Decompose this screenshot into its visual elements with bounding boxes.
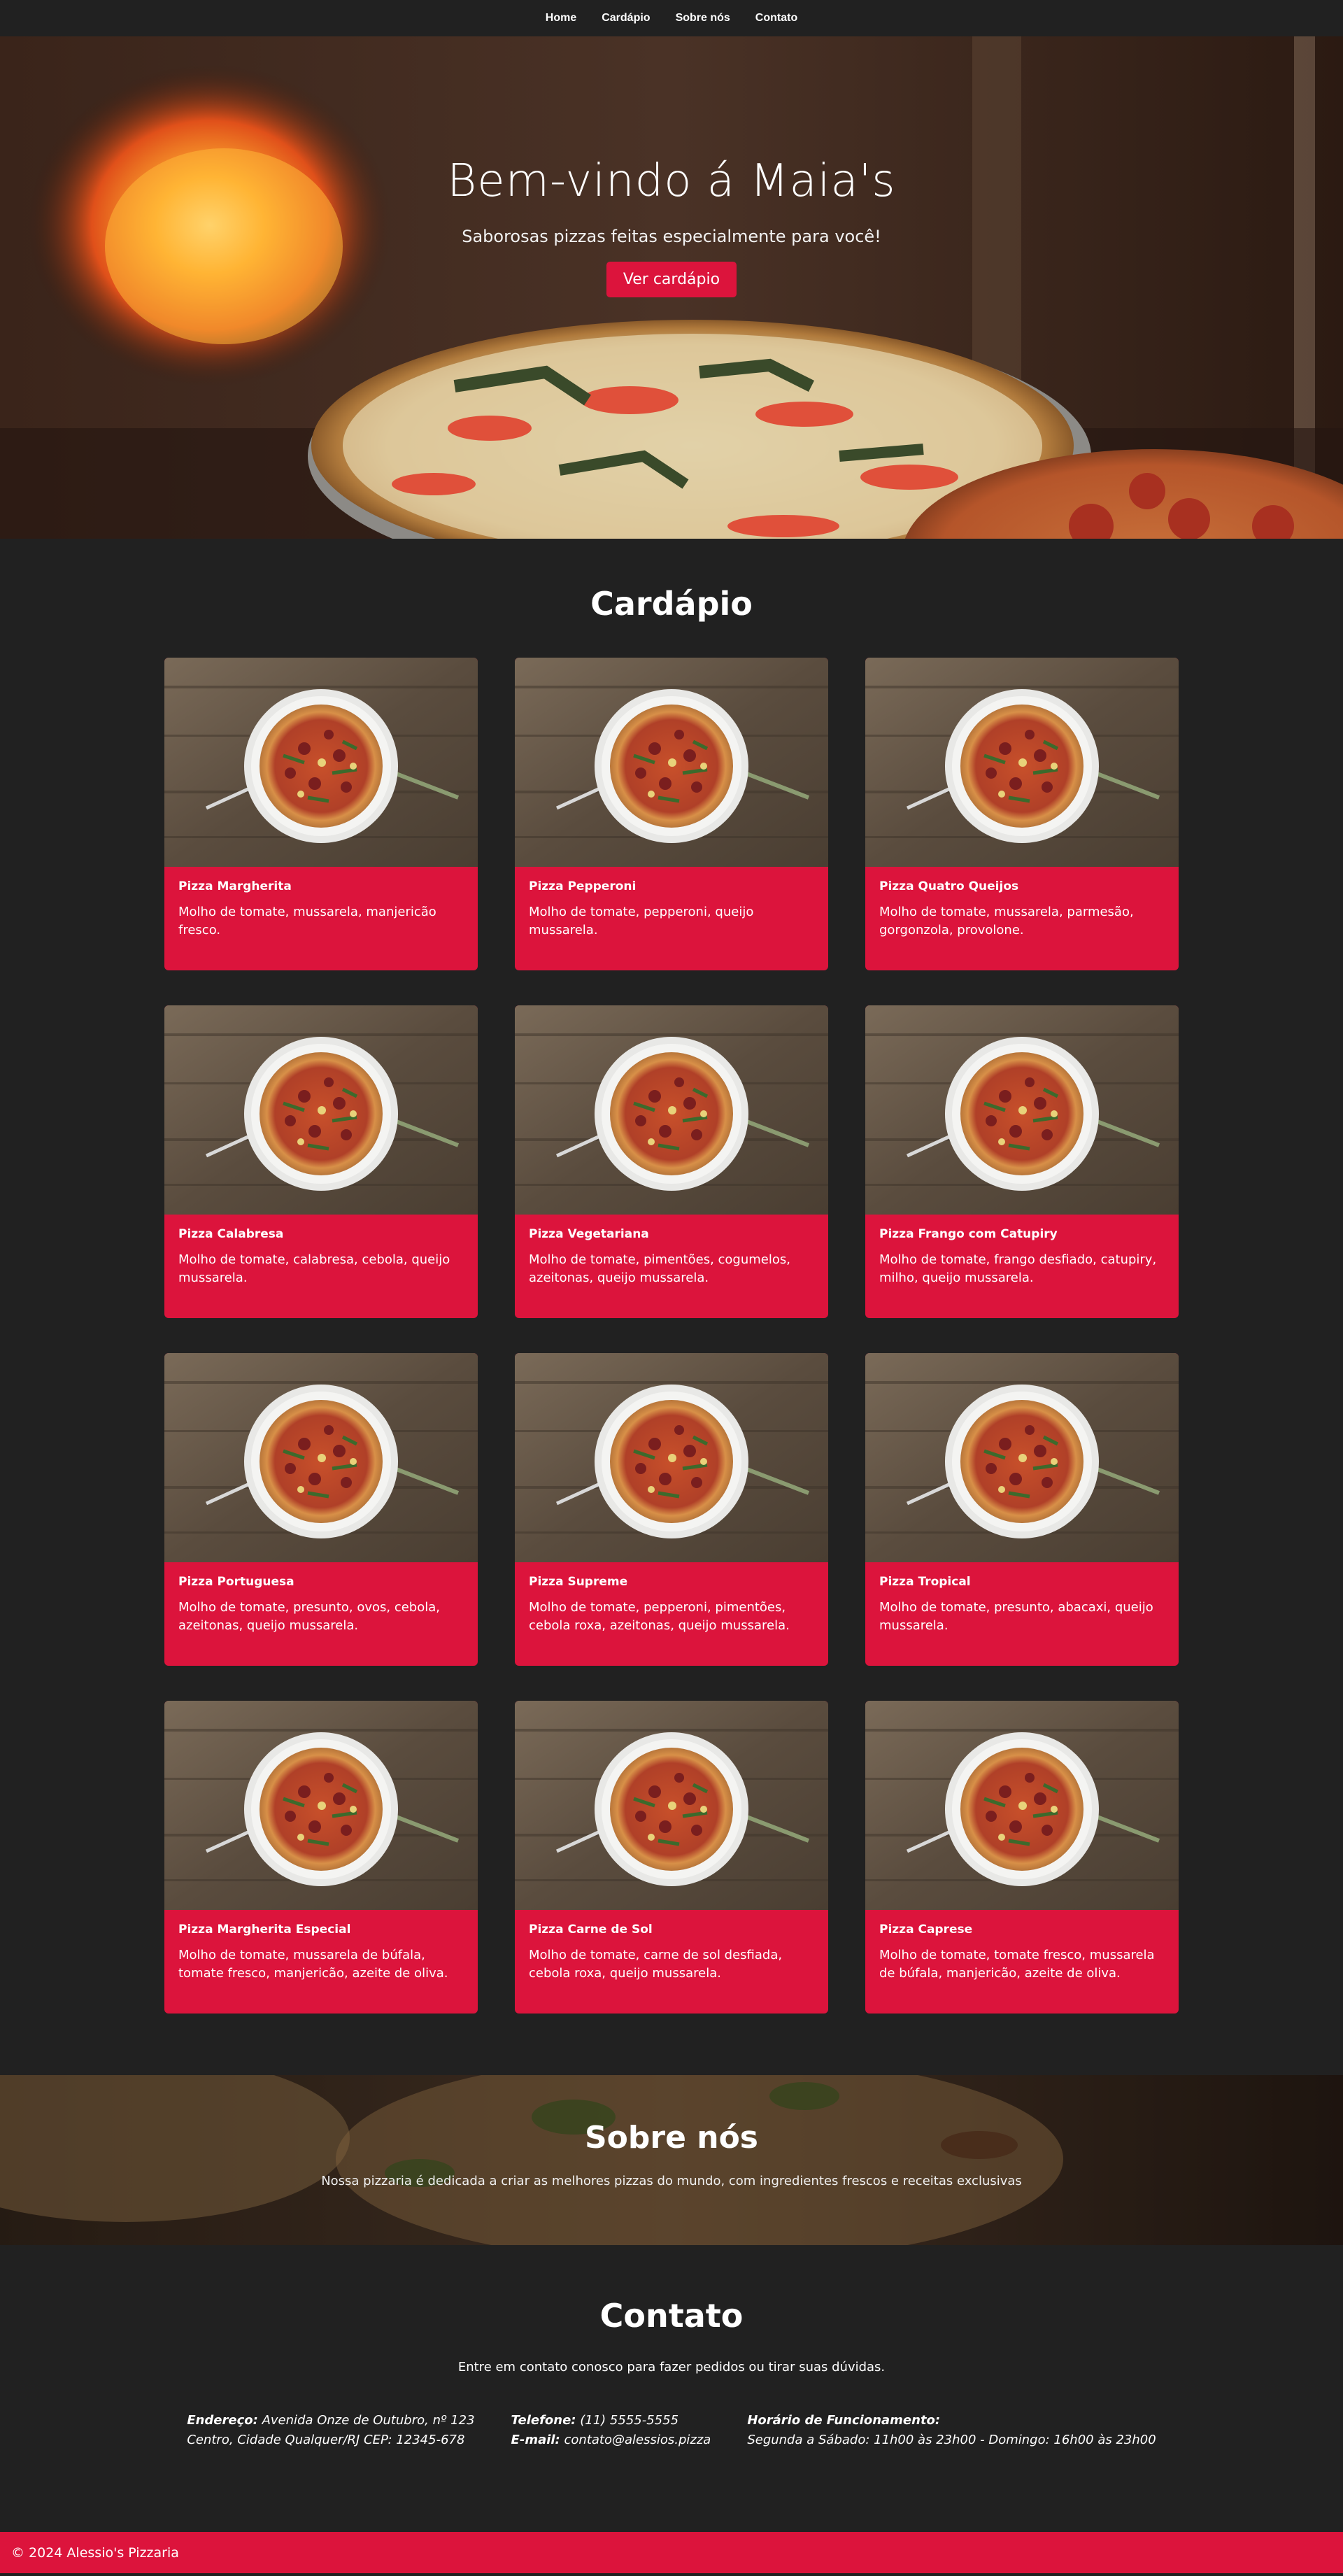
menu-title: Cardápio	[590, 585, 753, 623]
pizza-description: Molho de tomate, mussarela, manjericão f…	[178, 905, 436, 937]
pizza-name: Pizza Tropical	[879, 1575, 971, 1589]
menu-card: Pizza Margherita Especial Molho de tomat…	[164, 1701, 478, 2014]
contact-subtitle: Entre em contato conosco para fazer pedi…	[457, 2360, 886, 2375]
pizza-image	[164, 1005, 478, 1215]
pizza-image	[515, 658, 828, 867]
menu-card: Pizza Frango com Catupiry Molho de tomat…	[865, 1005, 1179, 1318]
nav-link-menu[interactable]: Cardápio	[602, 12, 650, 24]
hours-label: Horário de Funcionamento:	[747, 2413, 941, 2428]
pizza-description: Molho de tomate, frango desfiado, catupi…	[879, 1252, 1157, 1285]
menu-card: Pizza Carne de Sol Molho de tomate, carn…	[515, 1701, 828, 2014]
hero-title: Bem-vindo á Maia's	[447, 155, 896, 207]
menu-card: Pizza Tropical Molho de tomate, presunto…	[865, 1353, 1179, 1666]
menu-card: Pizza Quatro Queijos Molho de tomate, mu…	[865, 658, 1179, 970]
pizza-name: Pizza Margherita	[178, 879, 292, 893]
nav-link-contact[interactable]: Contato	[755, 12, 797, 24]
menu-card-body: Pizza Quatro Queijos Molho de tomate, mu…	[865, 867, 1179, 952]
pizza-name: Pizza Quatro Queijos	[879, 879, 1019, 893]
email-value: contato@alessios.pizza	[564, 2433, 711, 2447]
menu-card: Pizza Vegetariana Molho de tomate, pimen…	[515, 1005, 828, 1318]
menu-card: Pizza Pepperoni Molho de tomate, peppero…	[515, 658, 828, 970]
about-title: Sobre nós	[584, 2120, 758, 2156]
nav-link-home[interactable]: Home	[546, 12, 576, 24]
pizza-name: Pizza Vegetariana	[529, 1227, 649, 1241]
phone-value: (11) 5555-5555	[580, 2413, 679, 2428]
menu-card: Pizza Calabresa Molho de tomate, calabre…	[164, 1005, 478, 1318]
about-section: Sobre nós Nossa pizzaria é dedicada a cr…	[0, 2075, 1343, 2245]
pizza-name: Pizza Margherita Especial	[178, 1923, 351, 1937]
menu-card-body: Pizza Pepperoni Molho de tomate, peppero…	[515, 867, 828, 952]
pizza-image	[865, 1353, 1179, 1562]
pizza-image	[164, 1701, 478, 1910]
pizza-description: Molho de tomate, presunto, ovos, cebola,…	[178, 1600, 440, 1633]
menu-card-body: Pizza Calabresa Molho de tomate, calabre…	[164, 1215, 478, 1300]
footer-copyright: © 2024 Alessio's Pizzaria	[11, 2545, 179, 2561]
about-content: Sobre nós Nossa pizzaria é dedicada a cr…	[0, 2120, 1343, 2188]
contact-hours: Horário de Funcionamento: Segunda a Sába…	[747, 2411, 1156, 2450]
contact-title: Contato	[599, 2297, 744, 2335]
menu-card-body: Pizza Margherita Especial Molho de tomat…	[164, 1910, 478, 1995]
address-line2: Centro, Cidade Qualquer/RJ CEP: 12345-67…	[187, 2433, 465, 2447]
pizza-image	[164, 658, 478, 867]
contact-section: Contato Entre em contato conosco para fa…	[0, 2245, 1343, 2532]
pizza-description: Molho de tomate, pepperoni, pimentões, c…	[529, 1600, 790, 1633]
menu-card: Pizza Caprese Molho de tomate, tomate fr…	[865, 1701, 1179, 2014]
pizza-description: Molho de tomate, mussarela, parmesão, go…	[879, 905, 1134, 937]
menu-card-body: Pizza Carne de Sol Molho de tomate, carn…	[515, 1910, 828, 1995]
pizza-image	[865, 1005, 1179, 1215]
menu-card-body: Pizza Vegetariana Molho de tomate, pimen…	[515, 1215, 828, 1300]
pizza-image	[515, 1353, 828, 1562]
view-menu-button[interactable]: Ver cardápio	[606, 262, 737, 297]
pizza-description: Molho de tomate, carne de sol desfiada, …	[529, 1948, 783, 1981]
menu-grid: Pizza Margherita Molho de tomate, mussar…	[164, 658, 1179, 2014]
menu-card-body: Pizza Supreme Molho de tomate, pepperoni…	[515, 1562, 828, 1648]
pizza-image	[865, 658, 1179, 867]
pizza-description: Molho de tomate, pepperoni, queijo mussa…	[529, 905, 754, 937]
hours-value: Segunda a Sábado: 11h00 às 23h00 - Domin…	[747, 2433, 1156, 2447]
pizza-name: Pizza Frango com Catupiry	[879, 1227, 1058, 1241]
menu-card: Pizza Supreme Molho de tomate, pepperoni…	[515, 1353, 828, 1666]
hero-section: Bem-vindo á Maia's Saborosas pizzas feit…	[0, 36, 1343, 539]
contact-address: Endereço: Avenida Onze de Outubro, nº 12…	[187, 2411, 474, 2450]
nav-link-about[interactable]: Sobre nós	[676, 12, 730, 24]
pizza-description: Molho de tomate, tomate fresco, mussarel…	[879, 1948, 1155, 1981]
pizza-name: Pizza Supreme	[529, 1575, 628, 1589]
contact-info: Endereço: Avenida Onze de Outubro, nº 12…	[0, 2411, 1343, 2450]
pizza-name: Pizza Pepperoni	[529, 879, 637, 893]
hero-content: Bem-vindo á Maia's Saborosas pizzas feit…	[0, 155, 1343, 297]
pizza-description: Molho de tomate, calabresa, cebola, quei…	[178, 1252, 450, 1285]
menu-card-body: Pizza Frango com Catupiry Molho de tomat…	[865, 1215, 1179, 1300]
menu-card: Pizza Portuguesa Molho de tomate, presun…	[164, 1353, 478, 1666]
pizza-description: Molho de tomate, pimentões, cogumelos, a…	[529, 1252, 790, 1285]
pizza-name: Pizza Carne de Sol	[529, 1923, 653, 1937]
pizza-image	[865, 1701, 1179, 1910]
pizza-image	[515, 1005, 828, 1215]
menu-card-body: Pizza Tropical Molho de tomate, presunto…	[865, 1562, 1179, 1648]
pizza-name: Pizza Caprese	[879, 1923, 973, 1937]
pizza-name: Pizza Portuguesa	[178, 1575, 294, 1589]
contact-phone-email: Telefone: (11) 5555-5555 E-mail: contato…	[511, 2411, 711, 2450]
menu-card-body: Pizza Portuguesa Molho de tomate, presun…	[164, 1562, 478, 1648]
pizza-name: Pizza Calabresa	[178, 1227, 284, 1241]
pizza-description: Molho de tomate, presunto, abacaxi, quei…	[879, 1600, 1153, 1633]
menu-card-body: Pizza Margherita Molho de tomate, mussar…	[164, 867, 478, 952]
email-label: E-mail:	[511, 2433, 560, 2447]
footer: © 2024 Alessio's Pizzaria	[0, 2532, 1343, 2573]
pizza-image	[515, 1701, 828, 1910]
menu-card: Pizza Margherita Molho de tomate, mussar…	[164, 658, 478, 970]
pizza-image	[164, 1353, 478, 1562]
menu-card-body: Pizza Caprese Molho de tomate, tomate fr…	[865, 1910, 1179, 1995]
address-label: Endereço:	[187, 2413, 258, 2428]
address-line1: Avenida Onze de Outubro, nº 123	[262, 2413, 475, 2428]
phone-label: Telefone:	[511, 2413, 576, 2428]
menu-section: Cardápio Pizza Margherita Molho de tomat…	[0, 539, 1343, 2075]
about-text: Nossa pizzaria é dedicada a criar as mel…	[321, 2174, 1022, 2188]
top-navigation: Home Cardápio Sobre nós Contato	[0, 0, 1343, 36]
hero-subtitle: Saborosas pizzas feitas especialmente pa…	[462, 227, 881, 246]
pizza-description: Molho de tomate, mussarela de búfala, to…	[178, 1948, 448, 1981]
